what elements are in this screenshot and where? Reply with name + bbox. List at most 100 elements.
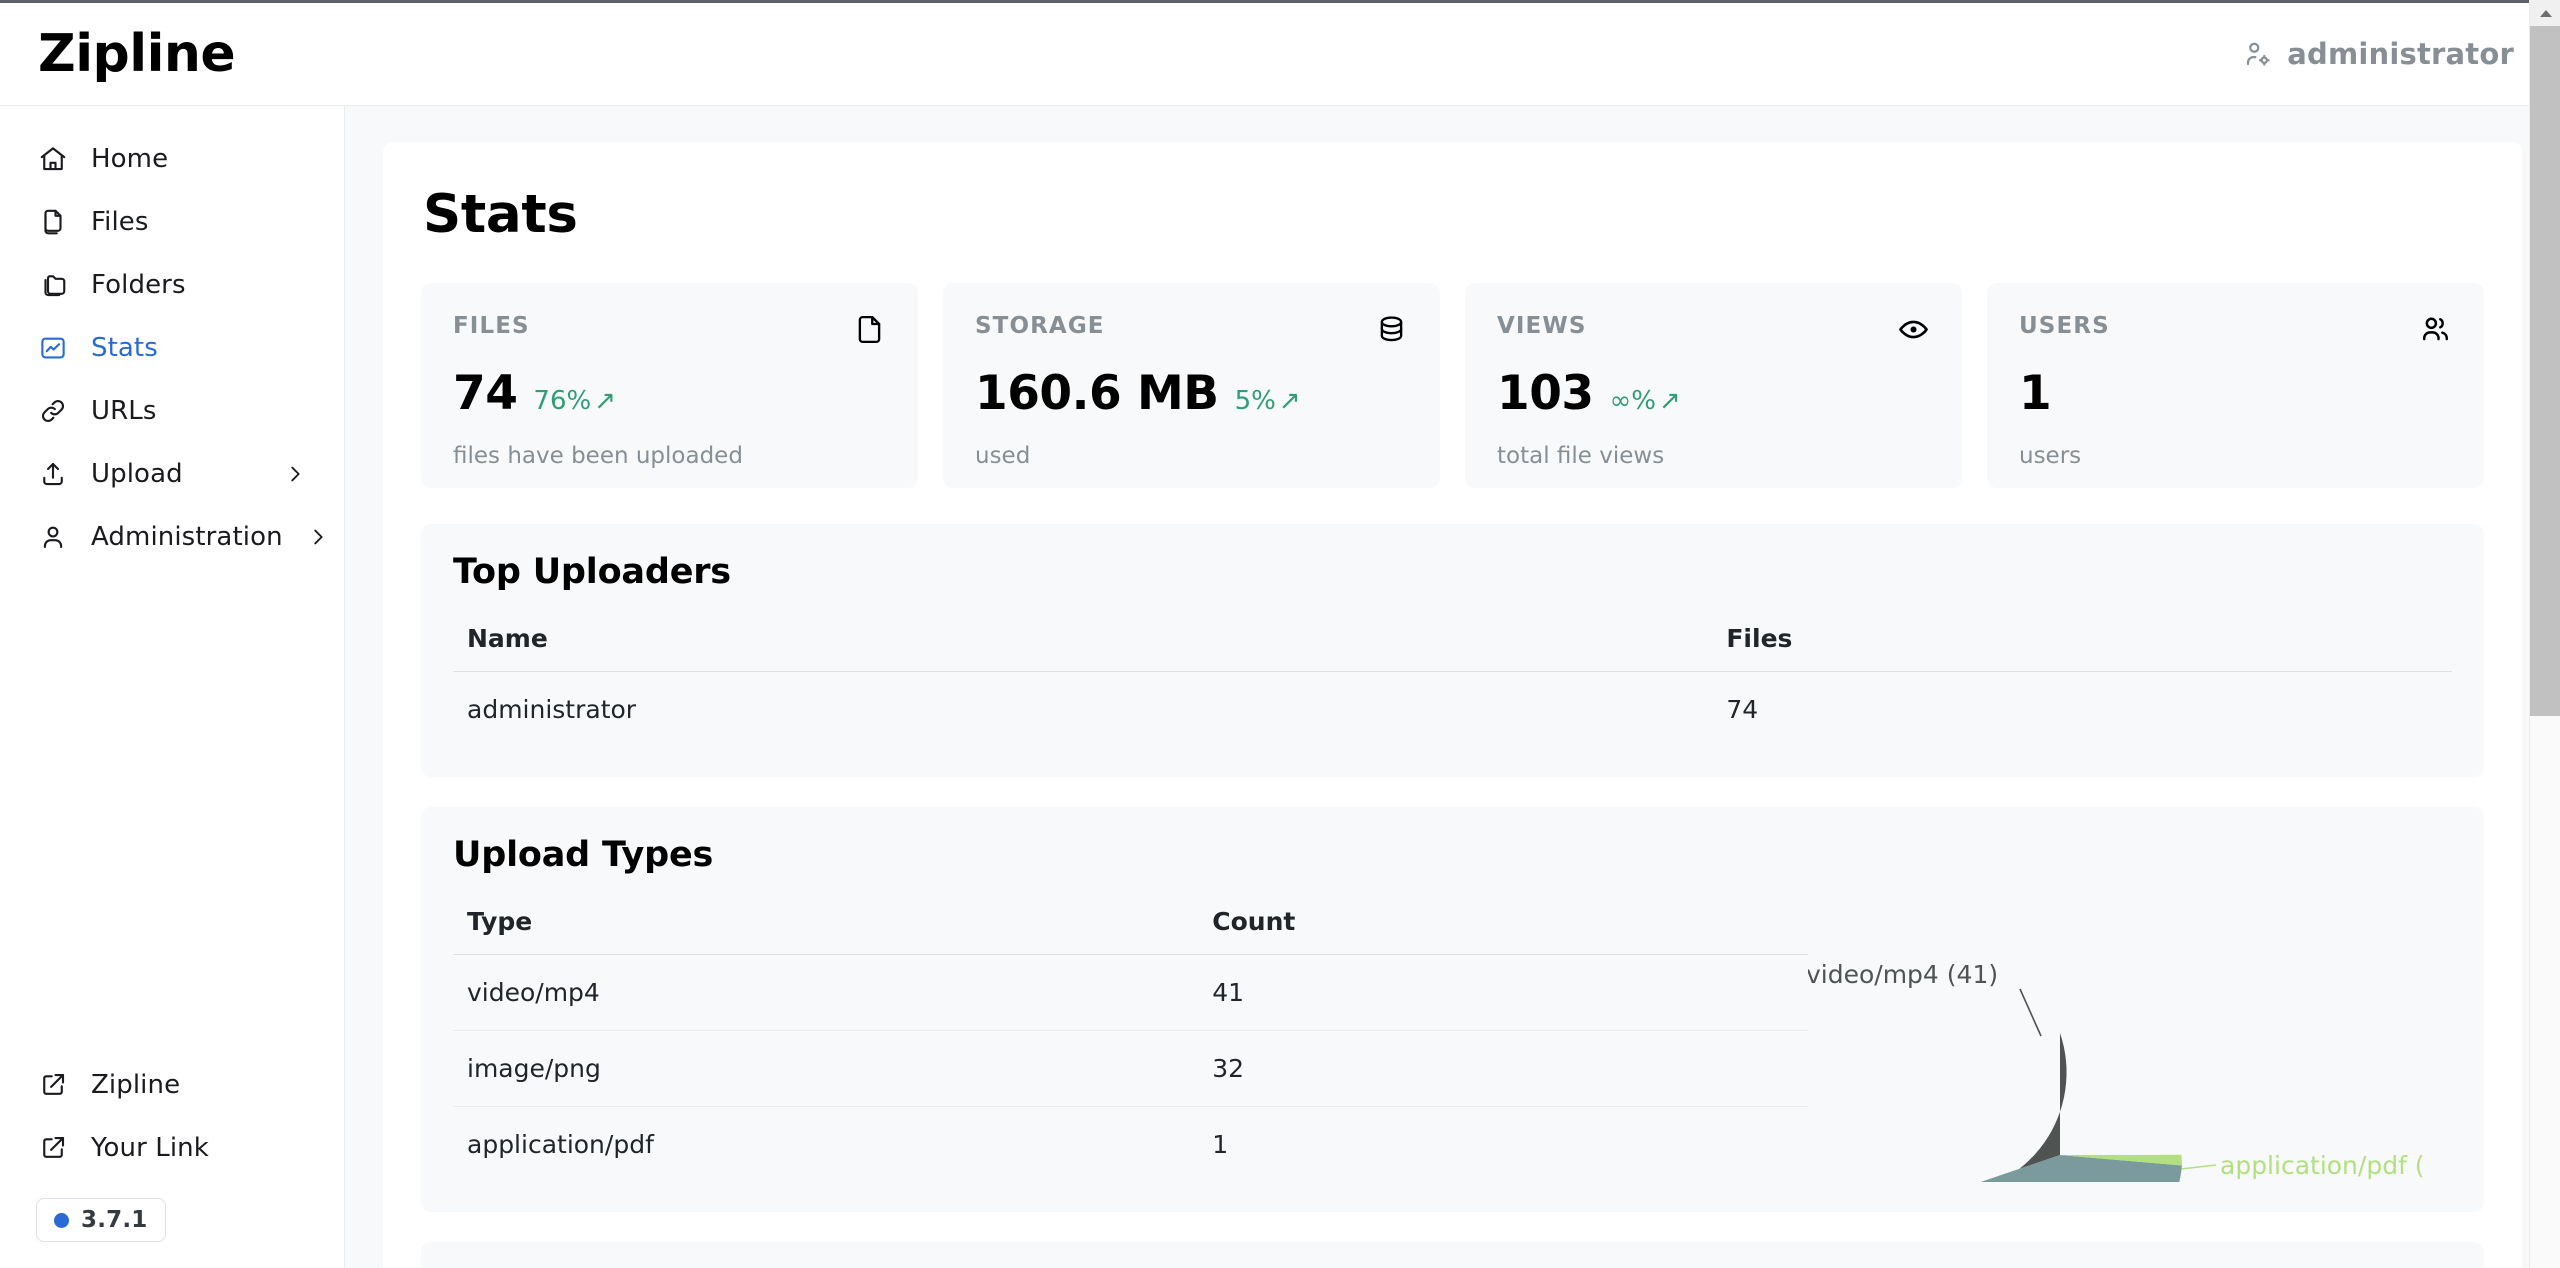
app-root: Zipline administrator Home Files Folders… xyxy=(0,0,2560,1268)
stat-card-delta: 76% ↗ xyxy=(533,388,616,414)
file-icon xyxy=(853,313,886,346)
panel-title: Upload Types xyxy=(453,835,714,875)
sidebar-link-your-link[interactable]: Your Link xyxy=(18,1117,326,1178)
scrollbar-thumb[interactable] xyxy=(2530,26,2560,716)
stat-card-value-row: 160.6 MB 5% ↗ xyxy=(975,370,1408,417)
version-label: 3.7.1 xyxy=(81,1207,148,1233)
table-row[interactable]: application/pdf 1 xyxy=(453,1107,1808,1183)
user-icon xyxy=(36,520,69,553)
stats-page: Stats FILES 74 76% ↗ files have been upl… xyxy=(383,142,2522,1268)
stat-card-views: VIEWS 103 ∞% ↗ total file views xyxy=(1465,283,1962,488)
cell-type: image/png xyxy=(453,1030,1199,1107)
sidebar-item-label: Files xyxy=(91,206,149,237)
link-icon xyxy=(36,394,69,427)
sidebar-item-upload[interactable]: Upload xyxy=(18,443,326,504)
cell-type: video/mp4 xyxy=(453,954,1199,1031)
trend-up-icon: ↗ xyxy=(1658,386,1681,416)
stat-card-value: 160.6 MB xyxy=(975,366,1219,421)
stat-card-value-row: 74 76% ↗ xyxy=(453,370,886,417)
username-label: administrator xyxy=(2287,37,2514,71)
sidebar-item-files[interactable]: Files xyxy=(18,191,326,252)
sidebar-item-folders[interactable]: Folders xyxy=(18,254,326,315)
stat-card-value: 74 xyxy=(453,366,518,421)
sidebar-item-label: Home xyxy=(91,143,169,174)
table-body: video/mp4 41 image/png 32 application/pd… xyxy=(453,954,1808,1183)
stat-card-header: USERS xyxy=(2019,313,2452,346)
pie-label-video-mp4: video/mp4 (41) xyxy=(1808,960,1998,989)
chart-icon xyxy=(36,331,69,364)
cell-count: 1 xyxy=(1212,1130,1229,1159)
stat-card-subtitle: files have been uploaded xyxy=(453,443,743,469)
scroll-up-arrow-icon[interactable] xyxy=(2530,0,2560,26)
chevron-right-icon xyxy=(305,524,331,550)
external-link-icon xyxy=(36,1131,69,1164)
sidebar-item-administration[interactable]: Administration xyxy=(18,506,326,567)
table-head: Name Files xyxy=(453,610,2452,672)
stat-card-subtitle: used xyxy=(975,443,1031,469)
cell-count: 32 xyxy=(1198,1030,1808,1107)
stat-card-subtitle: total file views xyxy=(1497,443,1665,469)
stat-card-value: 103 xyxy=(1497,366,1594,421)
stat-card-delta-value: ∞% xyxy=(1609,386,1656,416)
table-row[interactable]: image/png 32 xyxy=(453,1030,1808,1107)
cell-name: administrator xyxy=(467,695,637,724)
top-uploaders-panel: Top Uploaders Name Files administrator 7… xyxy=(421,524,2484,777)
page-scrollbar[interactable] xyxy=(2529,0,2560,1268)
sidebar-footer-nav: Zipline Your Link 3.7.1 xyxy=(0,1054,344,1268)
files-icon xyxy=(36,205,69,238)
table-head: Type Count xyxy=(453,893,1808,955)
stat-card-label: FILES xyxy=(453,313,530,339)
column-header-type: Type xyxy=(453,893,1199,955)
table-row[interactable]: administrator 74 xyxy=(453,672,2452,748)
home-icon xyxy=(36,142,69,175)
database-icon xyxy=(1375,313,1408,346)
table-header-row: Type Count xyxy=(453,893,1808,955)
trend-up-icon: ↗ xyxy=(594,386,616,416)
version-badge[interactable]: 3.7.1 xyxy=(36,1198,166,1242)
sidebar-item-urls[interactable]: URLs xyxy=(18,380,326,441)
sidebar-item-label: Administration xyxy=(91,521,283,552)
upload-types-panel: Upload Types Type Count video/mp4 41 ima… xyxy=(421,807,2484,1212)
cell-count: 41 xyxy=(1198,954,1808,1031)
stat-card-subtitle: users xyxy=(2019,443,2082,469)
top-uploaders-table: Name Files administrator 74 xyxy=(453,610,2452,747)
stat-card-header: FILES xyxy=(453,313,886,346)
stat-card-label: VIEWS xyxy=(1497,313,1587,339)
stat-cards-row: FILES 74 76% ↗ files have been uploaded … xyxy=(421,283,2484,488)
users-icon xyxy=(2419,313,2452,346)
table-row[interactable]: video/mp4 41 xyxy=(453,954,1808,1031)
column-header-files: Files xyxy=(1712,610,2452,672)
chevron-right-icon xyxy=(282,461,308,487)
status-dot-icon xyxy=(54,1212,69,1228)
pie-leader-line-pdf xyxy=(2180,1164,2217,1170)
sidebar-item-label: Stats xyxy=(91,332,158,363)
panel-title: Top Uploaders xyxy=(453,552,731,592)
sidebar-item-label: URLs xyxy=(91,395,157,426)
sidebar-item-label: Folders xyxy=(91,269,186,300)
sidebar-item-stats[interactable]: Stats xyxy=(18,317,326,378)
sidebar-item-label: Upload xyxy=(91,458,183,489)
upload-types-table-wrap: Type Count video/mp4 41 image/png 32 app… xyxy=(453,893,1808,1182)
pie-chart-svg: video/mp4 (41) image/png (32) applicatio… xyxy=(1808,960,2425,1182)
page-title: Stats xyxy=(423,184,578,245)
stat-card-header: VIEWS xyxy=(1497,313,1930,346)
stat-card-value: 1 xyxy=(2019,366,2052,421)
sidebar-link-label: Zipline xyxy=(91,1069,181,1100)
sidebar-item-home[interactable]: Home xyxy=(18,128,326,189)
upload-types-table: Type Count video/mp4 41 image/png 32 app… xyxy=(453,893,1808,1182)
pie-label-application-pdf: application/pdf ( xyxy=(2220,1151,2425,1180)
stat-card-delta: ∞% ↗ xyxy=(1610,388,1681,414)
app-brand-logo[interactable]: Zipline xyxy=(38,28,236,80)
sidebar-nav: Home Files Folders Stats URLs Upload Adm… xyxy=(0,128,344,567)
user-cog-icon xyxy=(2243,39,2273,69)
upload-icon xyxy=(36,457,69,490)
column-header-name: Name xyxy=(453,610,1713,672)
table-header-row: Name Files xyxy=(453,610,2452,672)
sidebar-link-zipline[interactable]: Zipline xyxy=(18,1054,326,1115)
app-body: Home Files Folders Stats URLs Upload Adm… xyxy=(0,106,2560,1268)
cell-type: application/pdf xyxy=(467,1130,654,1159)
eye-icon xyxy=(1897,313,1930,346)
folder-icon xyxy=(36,268,69,301)
stat-card-label: USERS xyxy=(2019,313,2110,339)
user-menu-button[interactable]: administrator xyxy=(2243,37,2514,71)
